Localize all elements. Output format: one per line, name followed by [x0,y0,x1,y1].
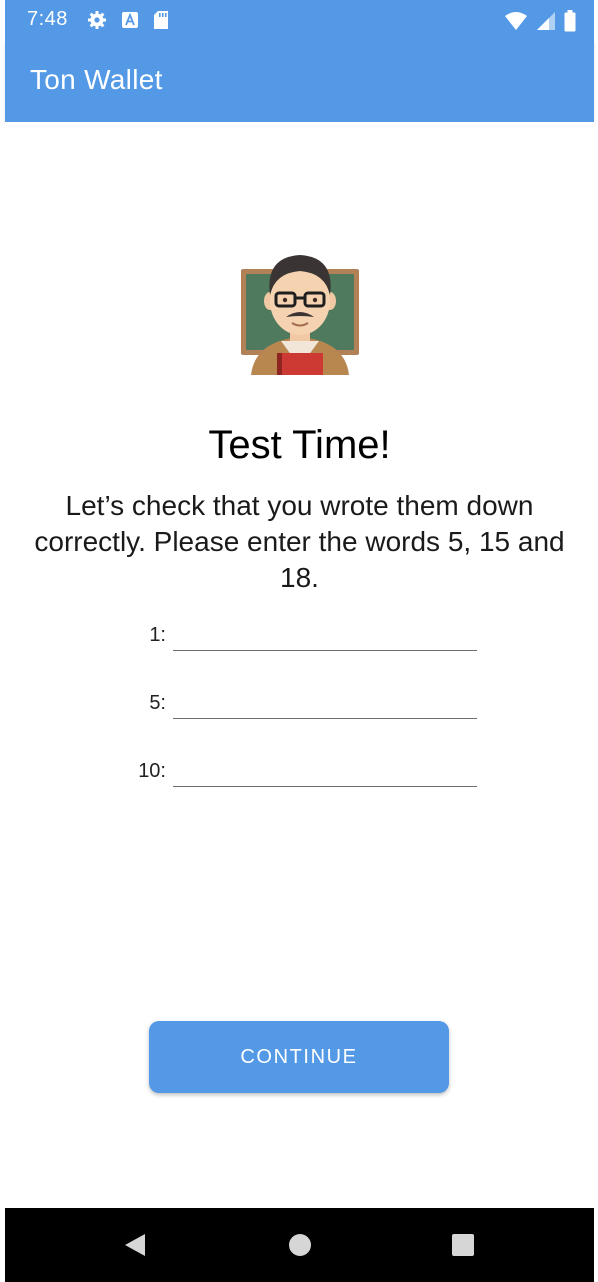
main-content: Test Time! Let’s check that you wrote th… [5,122,594,1208]
navigation-bar [5,1208,594,1282]
status-time: 7:48 [27,8,68,30]
app-bar: Ton Wallet [5,40,594,122]
word-field-row: 10: [5,754,594,794]
word-input[interactable] [173,686,477,719]
back-icon[interactable] [123,1232,147,1263]
page-heading: Test Time! [208,423,391,467]
word-field-label: 1: [149,624,166,646]
status-icons-left [87,10,169,35]
word-field-row: 5: [5,686,594,726]
word-input[interactable] [173,618,477,651]
app-title: Ton Wallet [30,64,163,95]
home-icon[interactable] [288,1233,312,1262]
screen: 7:48 Ton Wallet Test Time! Let’s check t… [0,0,598,1282]
word-input[interactable] [173,754,477,787]
sd-card-icon [153,10,169,35]
wifi-icon [504,11,528,36]
continue-button[interactable]: CONTINUE [149,1021,449,1093]
recents-icon[interactable] [451,1233,475,1262]
word-field-row: 1: [5,618,594,658]
a-badge-icon [121,11,139,34]
word-field-label: 5: [149,692,166,714]
status-icons-right [504,10,576,37]
battery-icon [564,10,576,37]
word-field-label: 10: [138,760,166,782]
signal-icon [536,11,556,36]
status-bar: 7:48 [5,0,594,40]
gear-icon [87,10,107,35]
instructions-text: Let’s check that you wrote them down cor… [34,490,565,593]
teacher-emoji-icon [237,249,363,375]
